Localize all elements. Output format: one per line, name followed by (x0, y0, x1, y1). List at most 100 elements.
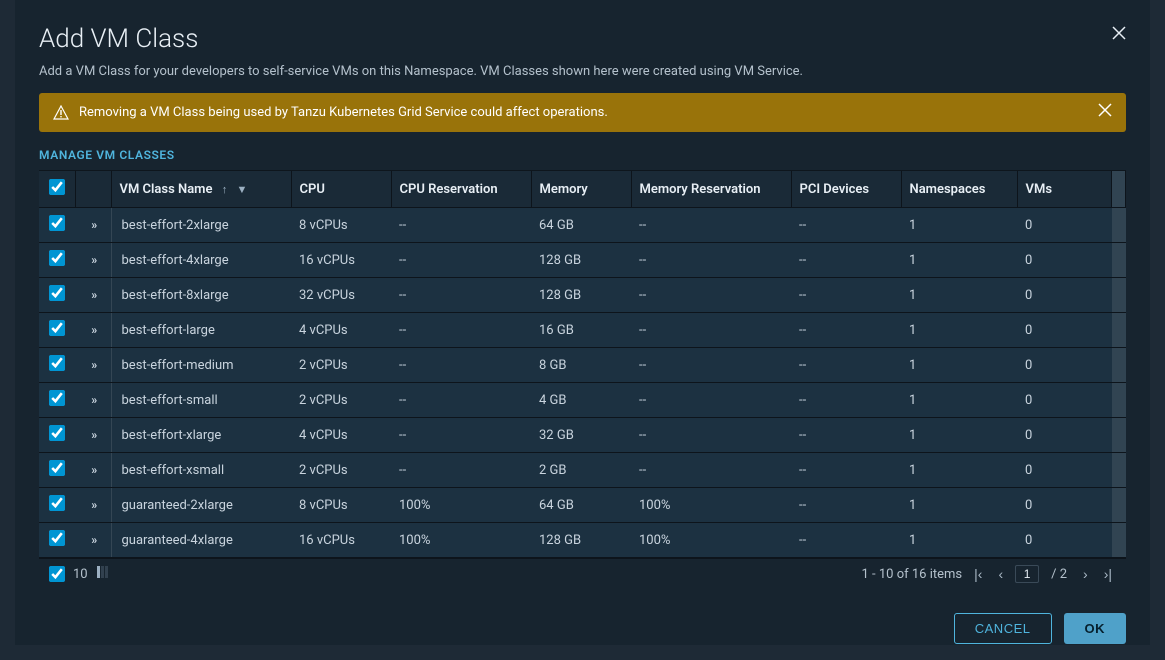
prev-page-icon[interactable]: ‹ (994, 566, 1007, 582)
close-icon[interactable] (1112, 24, 1126, 45)
row-checkbox[interactable] (49, 355, 65, 371)
cell-name: best-effort-xsmall (111, 453, 291, 488)
header-cpu-reservation[interactable]: CPU Reservation (391, 171, 531, 208)
first-page-icon[interactable]: |‹ (970, 566, 986, 582)
cell-cpu: 2 vCPUs (291, 453, 391, 488)
selected-count: 10 (73, 567, 88, 582)
scrollbar-gutter[interactable] (1112, 313, 1126, 348)
sort-asc-icon[interactable]: ↑ (222, 183, 228, 196)
cell-cpu-reservation: 100% (391, 523, 531, 558)
row-checkbox[interactable] (49, 250, 65, 266)
cell-cpu-reservation: -- (391, 418, 531, 453)
next-page-icon[interactable]: › (1079, 566, 1092, 582)
expand-row-icon[interactable]: » (91, 393, 94, 407)
warning-icon (53, 105, 69, 121)
row-checkbox[interactable] (49, 390, 65, 406)
cell-namespaces: 1 (901, 278, 1017, 313)
scrollbar-gutter[interactable] (1112, 453, 1126, 488)
cell-memory-reservation: -- (631, 208, 791, 243)
cell-namespaces: 1 (901, 523, 1017, 558)
cell-pci: -- (791, 418, 901, 453)
cell-vms: 0 (1017, 523, 1112, 558)
scrollbar-gutter[interactable] (1112, 383, 1126, 418)
expand-row-icon[interactable]: » (91, 323, 94, 337)
cell-memory-reservation: -- (631, 348, 791, 383)
cell-vms: 0 (1017, 383, 1112, 418)
cell-pci: -- (791, 348, 901, 383)
cell-pci: -- (791, 488, 901, 523)
header-cpu[interactable]: CPU (291, 171, 391, 208)
cell-namespaces: 1 (901, 208, 1017, 243)
cell-cpu: 4 vCPUs (291, 418, 391, 453)
table-row: »best-effort-xlarge4 vCPUs--32 GB----10 (39, 418, 1126, 453)
cell-vms: 0 (1017, 418, 1112, 453)
header-pci-devices[interactable]: PCI Devices (791, 171, 901, 208)
modal-description: Add a VM Class for your developers to se… (39, 64, 1126, 79)
scrollbar-gutter[interactable] (1112, 348, 1126, 383)
ok-button[interactable]: OK (1064, 613, 1127, 644)
header-memory-reservation[interactable]: Memory Reservation (631, 171, 791, 208)
cell-cpu: 16 vCPUs (291, 243, 391, 278)
cell-cpu: 2 vCPUs (291, 348, 391, 383)
cell-name: best-effort-2xlarge (111, 208, 291, 243)
cell-pci: -- (791, 208, 901, 243)
row-checkbox[interactable] (49, 460, 65, 476)
cancel-button[interactable]: CANCEL (954, 613, 1052, 644)
cell-vms: 0 (1017, 453, 1112, 488)
modal-actions: CANCEL OK (39, 613, 1126, 644)
header-memory[interactable]: Memory (531, 171, 631, 208)
row-checkbox[interactable] (49, 495, 65, 511)
expand-row-icon[interactable]: » (91, 288, 94, 302)
expand-row-icon[interactable]: » (91, 253, 94, 267)
footer-select-all-checkbox[interactable] (49, 566, 65, 582)
header-namespaces[interactable]: Namespaces (901, 171, 1017, 208)
table-row: »best-effort-large4 vCPUs--16 GB----10 (39, 313, 1126, 348)
row-checkbox[interactable] (49, 285, 65, 301)
row-checkbox[interactable] (49, 530, 65, 546)
scrollbar-gutter[interactable] (1112, 278, 1126, 313)
cell-cpu-reservation: 100% (391, 488, 531, 523)
scrollbar-gutter[interactable] (1112, 523, 1126, 558)
vm-class-table: VM Class Name ↑ ▼ CPU CPU Reservation Me… (39, 170, 1126, 589)
expand-row-icon[interactable]: » (91, 218, 94, 232)
table-row: »best-effort-4xlarge16 vCPUs--128 GB----… (39, 243, 1126, 278)
header-vms[interactable]: VMs (1017, 171, 1112, 208)
expand-row-icon[interactable]: » (91, 498, 94, 512)
cell-vms: 0 (1017, 243, 1112, 278)
row-checkbox[interactable] (49, 425, 65, 441)
cell-pci: -- (791, 453, 901, 488)
cell-cpu-reservation: -- (391, 453, 531, 488)
cell-memory: 128 GB (531, 278, 631, 313)
cell-memory: 64 GB (531, 208, 631, 243)
header-name[interactable]: VM Class Name ↑ ▼ (111, 171, 291, 208)
cell-name: guaranteed-2xlarge (111, 488, 291, 523)
scrollbar-gutter[interactable] (1112, 243, 1126, 278)
scrollbar-gutter[interactable] (1112, 488, 1126, 523)
column-toggle-icon[interactable] (96, 565, 110, 583)
cell-cpu: 4 vCPUs (291, 313, 391, 348)
page-number-input[interactable] (1015, 565, 1039, 583)
cell-pci: -- (791, 313, 901, 348)
table-row: »best-effort-8xlarge32 vCPUs--128 GB----… (39, 278, 1126, 313)
expand-row-icon[interactable]: » (91, 358, 94, 372)
cell-name: best-effort-8xlarge (111, 278, 291, 313)
table-footer: 10 1 - 10 of 16 items |‹ ‹ / 2 › ›| (39, 558, 1126, 589)
row-checkbox[interactable] (49, 215, 65, 231)
manage-vm-classes-link[interactable]: MANAGE VM CLASSES (39, 148, 1126, 162)
select-all-checkbox[interactable] (49, 179, 65, 195)
row-checkbox[interactable] (49, 320, 65, 336)
scrollbar-gutter[interactable] (1112, 208, 1126, 243)
filter-icon[interactable]: ▼ (236, 183, 247, 196)
table-header-row: VM Class Name ↑ ▼ CPU CPU Reservation Me… (39, 171, 1126, 208)
cell-name: best-effort-xlarge (111, 418, 291, 453)
expand-row-icon[interactable]: » (91, 533, 94, 547)
last-page-icon[interactable]: ›| (1100, 566, 1116, 582)
scrollbar-gutter[interactable] (1112, 418, 1126, 453)
table-row: »guaranteed-4xlarge16 vCPUs100%128 GB100… (39, 523, 1126, 558)
expand-row-icon[interactable]: » (91, 463, 94, 477)
cell-cpu: 16 vCPUs (291, 523, 391, 558)
expand-row-icon[interactable]: » (91, 428, 94, 442)
warning-close-icon[interactable] (1098, 103, 1112, 122)
header-checkbox-cell (39, 171, 75, 208)
cell-pci: -- (791, 243, 901, 278)
